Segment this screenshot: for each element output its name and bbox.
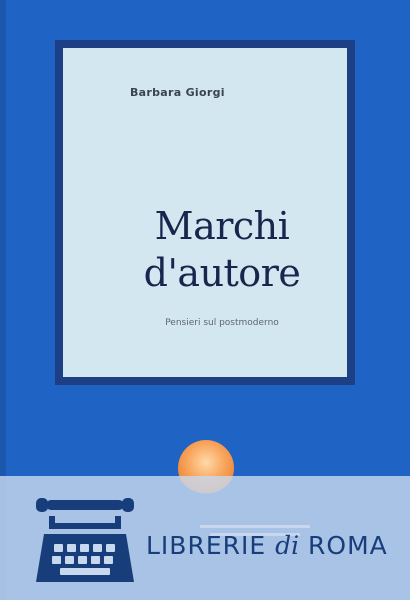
brand-word-di: di [275,531,300,560]
watermark-brand-text: LIBRERIE di ROMA [146,531,388,560]
book-title-line-1: Marchi [154,204,290,248]
book-author: Barbara Giorgi [130,86,225,99]
brand-word-librerie: LIBRERIE [146,531,276,560]
typewriter-icon [36,498,134,582]
book-subtitle: Pensieri sul postmoderno [165,318,279,328]
book-cover: Barbara Giorgi Marchi d'autore Pensieri … [0,0,410,600]
book-title-line-2: d'autore [143,251,301,295]
brand-word-roma: ROMA [299,531,388,560]
